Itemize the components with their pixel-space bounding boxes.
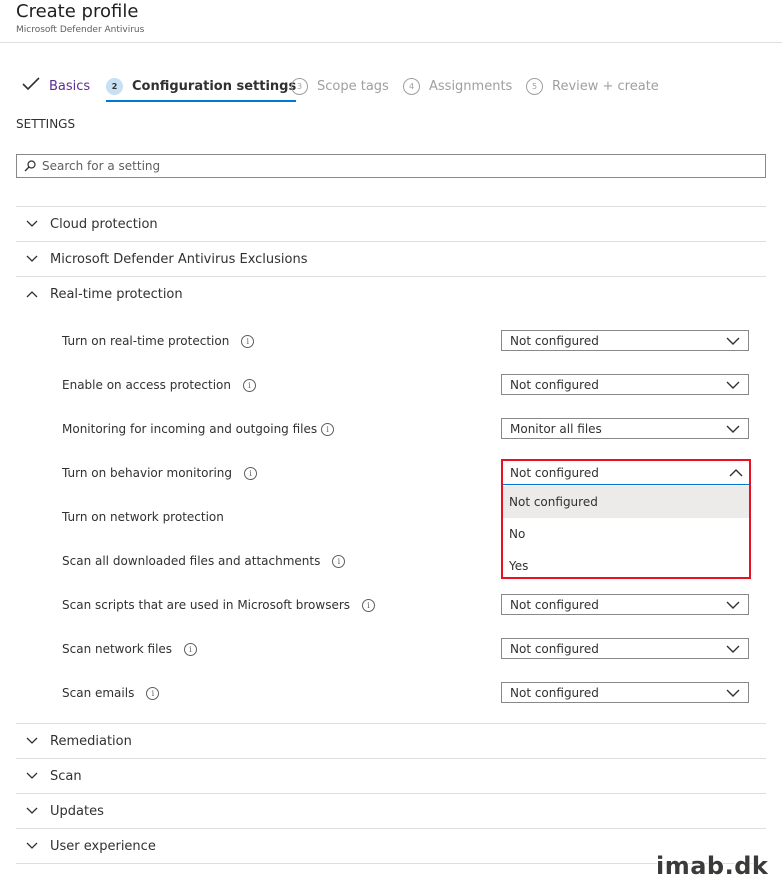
- step-label: Basics: [49, 78, 91, 94]
- step-label: Review + create: [552, 78, 659, 94]
- section-label: Scan: [50, 768, 82, 784]
- step-label: Scope tags: [317, 78, 389, 94]
- setting-label: Monitoring for incoming and outgoing fil…: [62, 422, 335, 436]
- setting-dropdown[interactable]: Not configured: [501, 594, 749, 615]
- info-icon[interactable]: i: [321, 422, 335, 436]
- step-number: 5: [526, 77, 543, 95]
- section-label: User experience: [50, 838, 156, 854]
- step-label: Assignments: [429, 78, 513, 94]
- dropdown-option-no[interactable]: No: [503, 518, 749, 550]
- chevron-down-icon: [26, 255, 40, 263]
- setting-label: Scan scripts that are used in Microsoft …: [62, 598, 376, 612]
- info-icon[interactable]: i: [243, 378, 257, 392]
- page-subtitle: Microsoft Defender Antivirus: [16, 25, 145, 35]
- step-label: Configuration settings: [132, 78, 297, 94]
- setting-dropdown-open[interactable]: Not configured: [503, 461, 749, 485]
- chevron-down-icon: [726, 645, 740, 653]
- page-header: Create profile Microsoft Defender Antivi…: [0, 0, 782, 43]
- setting-dropdown[interactable]: Not configured: [501, 638, 749, 659]
- chevron-down-icon: [26, 737, 40, 745]
- info-icon[interactable]: i: [146, 686, 160, 700]
- chevron-down-icon: [26, 220, 40, 228]
- behavior-monitoring-dropdown-open[interactable]: Not configured Not configured No Yes: [501, 459, 751, 579]
- chevron-down-icon: [26, 842, 40, 850]
- chevron-up-icon: [729, 468, 743, 477]
- step-basics[interactable]: Basics: [22, 72, 90, 100]
- divider: [16, 863, 766, 864]
- setting-dropdown[interactable]: Not configured: [501, 374, 749, 395]
- info-icon[interactable]: i: [362, 598, 376, 612]
- step-number: 3: [291, 77, 308, 95]
- chevron-down-icon: [26, 807, 40, 815]
- chevron-down-icon: [726, 689, 740, 697]
- section-label: Updates: [50, 803, 104, 819]
- step-scope-tags[interactable]: 3 Scope tags: [291, 72, 389, 100]
- section-exclusions[interactable]: Microsoft Defender Antivirus Exclusions: [16, 241, 766, 276]
- section-label: Microsoft Defender Antivirus Exclusions: [50, 251, 308, 267]
- setting-label: Turn on behavior monitoring i: [62, 466, 258, 480]
- step-review-create[interactable]: 5 Review + create: [526, 72, 659, 100]
- setting-label: Turn on real-time protection i: [62, 334, 255, 348]
- info-icon[interactable]: i: [241, 334, 255, 348]
- section-remediation[interactable]: Remediation: [16, 723, 766, 758]
- section-label: Remediation: [50, 733, 132, 749]
- dropdown-option-not-configured[interactable]: Not configured: [503, 486, 749, 518]
- step-configuration-settings[interactable]: 2 Configuration settings: [106, 72, 297, 102]
- section-cloud-protection[interactable]: Cloud protection: [16, 206, 766, 241]
- chevron-down-icon: [726, 601, 740, 609]
- page-title: Create profile: [16, 1, 139, 22]
- info-icon[interactable]: i: [244, 466, 258, 480]
- setting-label: Enable on access protection i: [62, 378, 257, 392]
- setting-label: Turn on network protection: [62, 510, 224, 524]
- setting-label: Scan network files i: [62, 642, 198, 656]
- chevron-down-icon: [726, 381, 740, 389]
- chevron-down-icon: [726, 337, 740, 345]
- chevron-down-icon: [726, 425, 740, 433]
- chevron-down-icon: [26, 772, 40, 780]
- setting-dropdown[interactable]: Not configured: [501, 682, 749, 703]
- search-icon: [24, 160, 36, 172]
- step-number: 4: [403, 77, 420, 95]
- section-real-time-protection[interactable]: Real-time protection: [16, 276, 766, 311]
- info-icon[interactable]: i: [184, 642, 198, 656]
- setting-label: Scan emails i: [62, 686, 160, 700]
- section-updates[interactable]: Updates: [16, 793, 766, 828]
- watermark: imab.dk: [656, 852, 769, 880]
- setting-dropdown[interactable]: Not configured: [501, 330, 749, 351]
- setting-dropdown[interactable]: Monitor all files: [501, 418, 749, 439]
- step-assignments[interactable]: 4 Assignments: [403, 72, 512, 100]
- step-number: 2: [106, 77, 123, 95]
- wizard-steps: Basics 2 Configuration settings 3 Scope …: [16, 72, 776, 102]
- settings-heading: SETTINGS: [16, 117, 76, 131]
- chevron-up-icon: [26, 290, 40, 298]
- checkmark-icon: [22, 77, 40, 95]
- section-label: Cloud protection: [50, 216, 158, 232]
- search-input[interactable]: Search for a setting: [16, 154, 766, 178]
- dropdown-option-yes[interactable]: Yes: [503, 550, 749, 582]
- section-scan[interactable]: Scan: [16, 758, 766, 793]
- section-label: Real-time protection: [50, 286, 183, 302]
- setting-label: Scan all downloaded files and attachment…: [62, 554, 346, 568]
- info-icon[interactable]: i: [332, 554, 346, 568]
- search-placeholder: Search for a setting: [42, 159, 161, 173]
- section-user-experience[interactable]: User experience: [16, 828, 766, 863]
